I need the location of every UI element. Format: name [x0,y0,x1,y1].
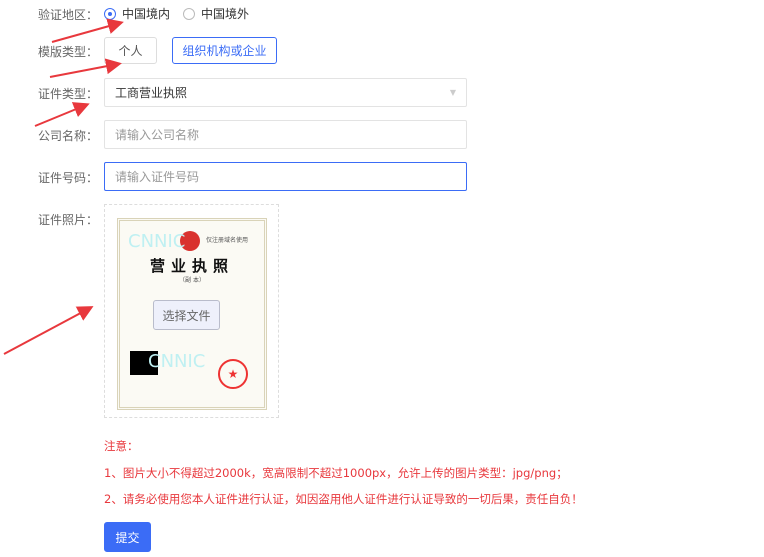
note-item: 1、图片大小不得超过2000k，宽高限制不超过1000px，允许上传的图片类型：… [104,466,568,480]
chevron-down-icon: ▼ [449,88,456,97]
arrow-icon [34,102,90,127]
note-item: 2、请务必使用您本人证件进行认证，如因盗用他人证件进行认证导致的一切后果，责任自… [104,492,583,506]
watermark: CNNIC [128,231,186,252]
radio-label: 中国境外 [201,7,250,21]
sample-corner-note: 仅注册域名使用 [206,237,249,244]
radio-unchecked-icon [183,7,195,20]
cert-no-label: 证件号码： [38,171,99,185]
radio-outside-china[interactable]: 中国境外 [183,5,249,22]
company-label: 公司名称： [38,129,99,143]
sample-subtitle: （副 本） [179,277,205,284]
region-label: 验证地区： [38,8,99,22]
radio-china-mainland[interactable]: 中国境内 [104,5,170,22]
seal-icon: ★ [218,359,248,389]
template-organization-button[interactable]: 组织机构或企业 [172,37,277,64]
cert-type-label: 证件类型： [38,87,99,101]
cert-type-select[interactable]: 工商营业执照 ▼ [104,78,467,107]
cert-number-input[interactable] [104,162,467,191]
radio-checked-icon [104,7,116,20]
cert-type-value: 工商营业执照 [115,86,188,100]
photo-label: 证件照片： [38,213,99,227]
photo-upload-area[interactable]: 仅注册域名使用 CNNIC 营业执照 （副 本） ★ CNNIC 选择文件 [104,204,279,418]
notes-heading: 注意： [104,439,139,453]
template-label: 模版类型： [38,45,99,59]
company-name-input[interactable] [104,120,467,149]
arrow-icon [49,58,122,78]
submit-button[interactable]: 提交 [104,522,151,552]
arrow-icon [3,306,94,355]
watermark: CNNIC [148,351,206,372]
choose-file-button[interactable]: 选择文件 [153,300,220,330]
template-personal-button[interactable]: 个人 [104,37,157,64]
sample-title: 营业执照 [149,257,234,275]
radio-label: 中国境内 [122,7,171,21]
